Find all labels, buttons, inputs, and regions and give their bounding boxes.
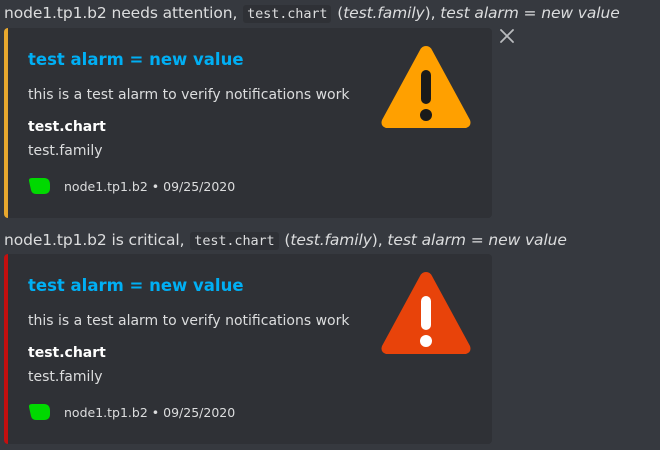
warning-triangle-icon — [381, 46, 471, 128]
alarm-text: test alarm = new value — [440, 4, 620, 22]
embed-field-name: test.chart — [28, 119, 106, 135]
family-text: test.family — [343, 4, 425, 22]
host-name: node1.tp1.b2 — [4, 231, 107, 249]
message-critical: node1.tp1.b2 is critical, test.chart (te… — [0, 227, 660, 450]
warning-triangle-icon — [381, 272, 471, 354]
host-name: node1.tp1.b2 — [4, 4, 107, 22]
message-warning: node1.tp1.b2 needs attention, test.chart… — [0, 0, 660, 220]
footer-host: node1.tp1.b2 — [64, 178, 148, 194]
embed-footer: node1.tp1.b2 • 09/25/2020 — [28, 174, 235, 198]
embed-title[interactable]: test alarm = new value — [28, 50, 244, 69]
alert-embed: test alarm = new value this is a test al… — [4, 28, 492, 218]
message-content: node1.tp1.b2 needs attention, test.chart… — [4, 4, 620, 23]
embed-title[interactable]: test alarm = new value — [28, 276, 244, 295]
embed-field-name: test.chart — [28, 345, 106, 361]
chart-code: test.chart — [190, 232, 279, 250]
embed-field-value: test.family — [28, 369, 103, 385]
family-text: test.family — [290, 231, 372, 249]
alarm-text: test alarm = new value — [387, 231, 567, 249]
embed-description: this is a test alarm to verify notificat… — [28, 87, 350, 103]
netdata-logo-icon — [28, 404, 50, 420]
close-icon[interactable] — [499, 28, 515, 44]
status-text: is critical, — [111, 231, 185, 249]
embed-description: this is a test alarm to verify notificat… — [28, 313, 350, 329]
embed-field-value: test.family — [28, 143, 103, 159]
footer-separator: • — [151, 404, 160, 420]
footer-date: 09/25/2020 — [163, 404, 236, 420]
footer-separator: • — [151, 178, 160, 194]
alert-embed: test alarm = new value this is a test al… — [4, 254, 492, 444]
footer-date: 09/25/2020 — [163, 178, 236, 194]
chart-code: test.chart — [243, 5, 332, 23]
embed-footer: node1.tp1.b2 • 09/25/2020 — [28, 400, 235, 424]
footer-host: node1.tp1.b2 — [64, 404, 148, 420]
message-content: node1.tp1.b2 is critical, test.chart (te… — [4, 231, 567, 250]
status-text: needs attention, — [111, 4, 238, 22]
netdata-logo-icon — [28, 178, 50, 194]
